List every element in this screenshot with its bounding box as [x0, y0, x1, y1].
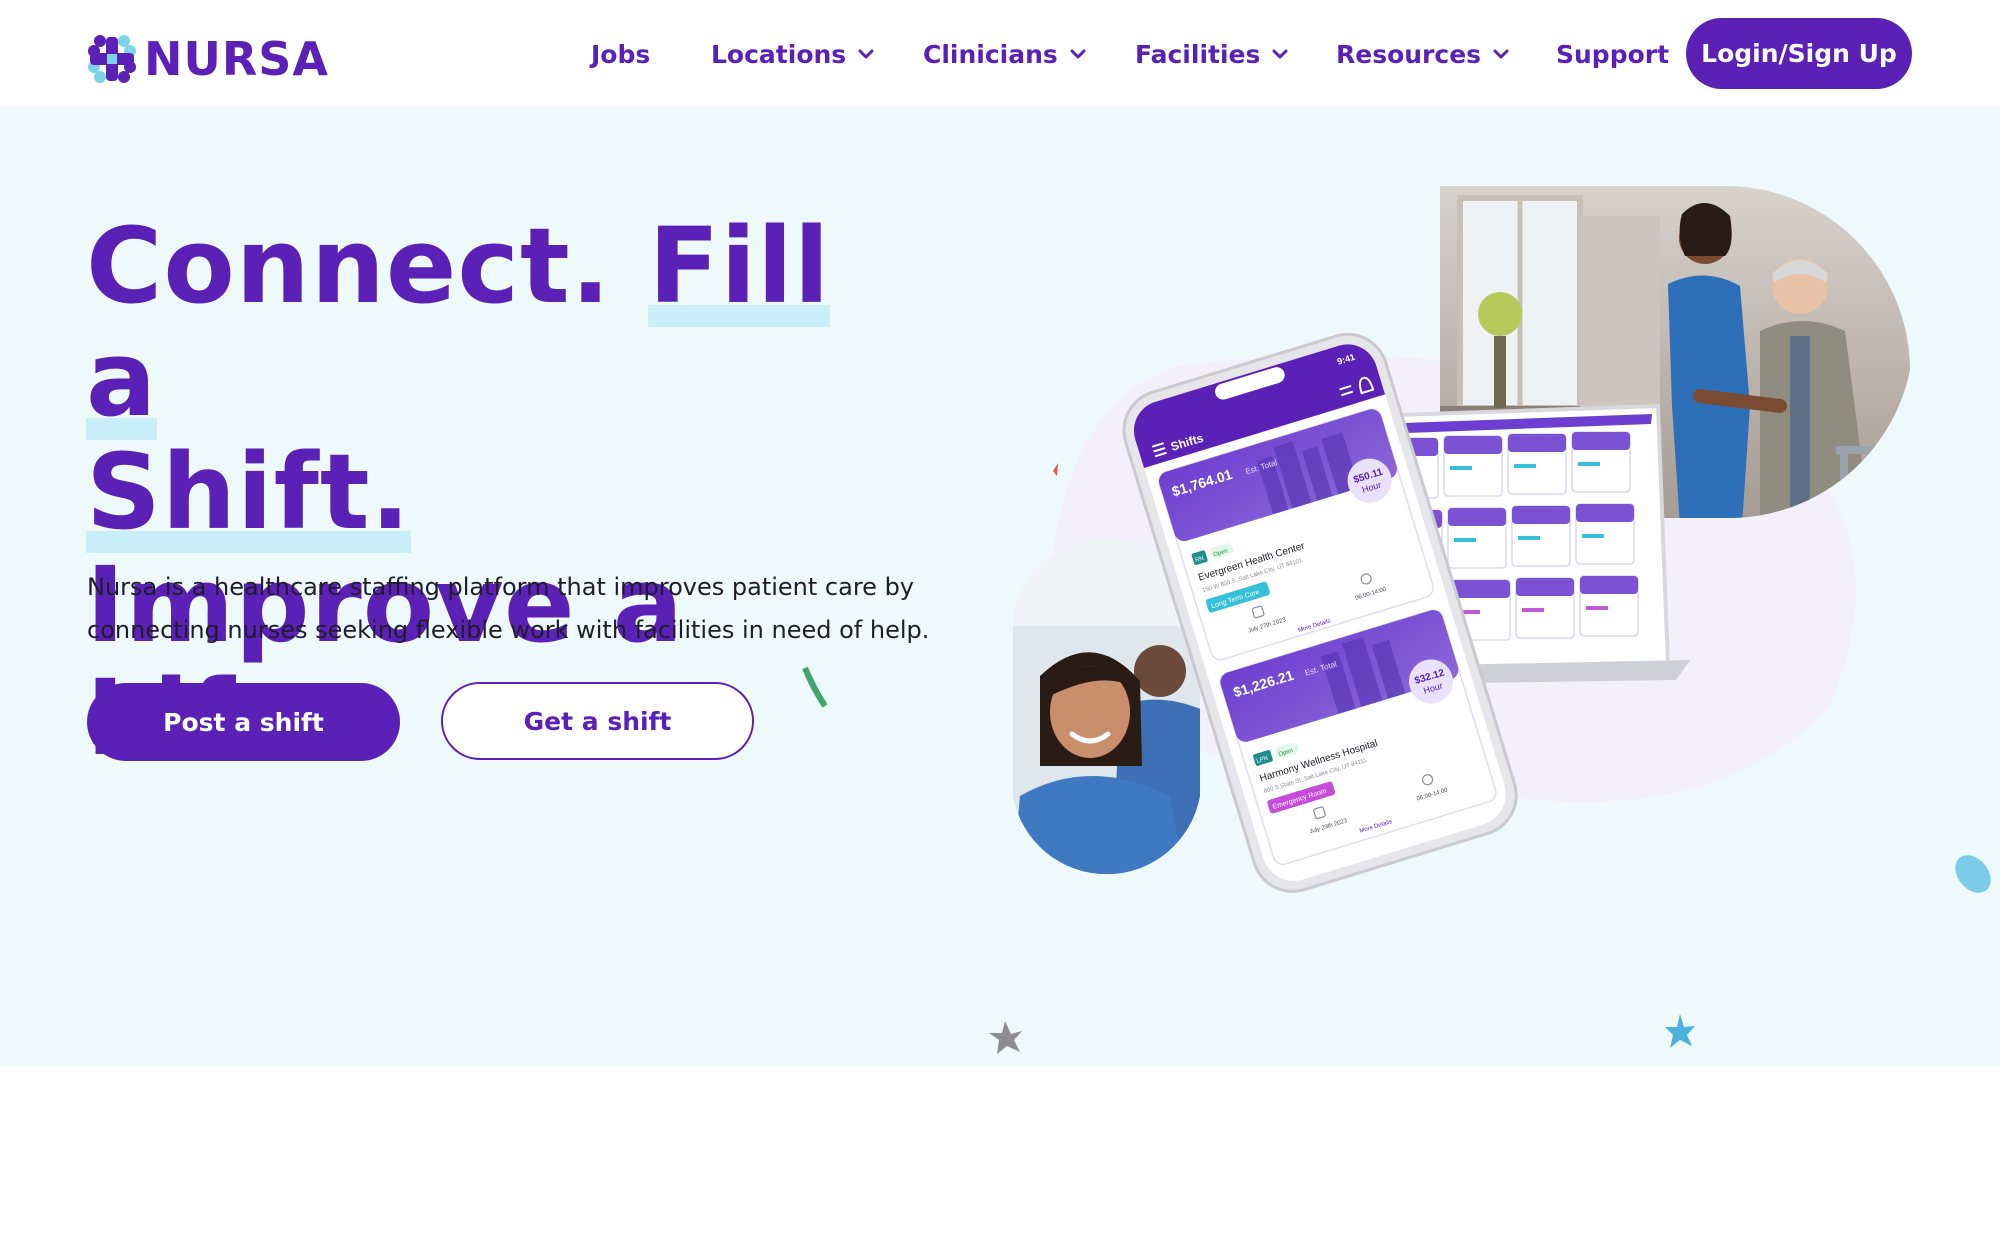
login-signup-button[interactable]: Login/Sign Up [1686, 18, 1912, 89]
next-section [0, 1066, 2000, 1250]
nav-clinicians[interactable]: Clinicians [923, 34, 1090, 74]
decor-star-blue [1665, 1014, 1695, 1048]
decor-leaf-green [802, 666, 828, 708]
nav-jobs-label: Jobs [591, 39, 651, 69]
nav-support-label: Support [1556, 39, 1670, 69]
nav-locations-label: Locations [711, 39, 847, 69]
nav-facilities[interactable]: Facilities [1135, 34, 1292, 74]
chevron-down-icon [1070, 49, 1086, 59]
hero-section: Connect. Fill aShift. Improve a Life. Nu… [0, 106, 2000, 1066]
nav-resources-label: Resources [1336, 39, 1482, 69]
decor-star-gray [989, 1021, 1022, 1054]
nav-facilities-label: Facilities [1135, 39, 1261, 69]
nav-support[interactable]: Support [1556, 34, 1669, 74]
decor-dot-blue [1955, 855, 1991, 893]
nav-resources[interactable]: Resources [1336, 34, 1513, 74]
nav-jobs[interactable]: Jobs [591, 34, 650, 74]
chevron-down-icon [1493, 49, 1509, 59]
nursa-logo[interactable]: NURSA [86, 32, 329, 86]
logo-wordmark: NURSA [144, 32, 330, 86]
chevron-down-icon [858, 49, 874, 59]
site-header: NURSA Jobs Locations Clinicians Faciliti… [0, 0, 2000, 106]
hero-illustration: Shifts 9:41 $1,764.01 Est. Total $50.11 … [802, 186, 1991, 1054]
decor-dot-red [1053, 463, 1058, 476]
nav-clinicians-label: Clinicians [923, 39, 1058, 69]
nursa-logo-icon [86, 33, 138, 85]
chevron-down-icon [1272, 49, 1288, 59]
nav-locations[interactable]: Locations [711, 34, 878, 74]
